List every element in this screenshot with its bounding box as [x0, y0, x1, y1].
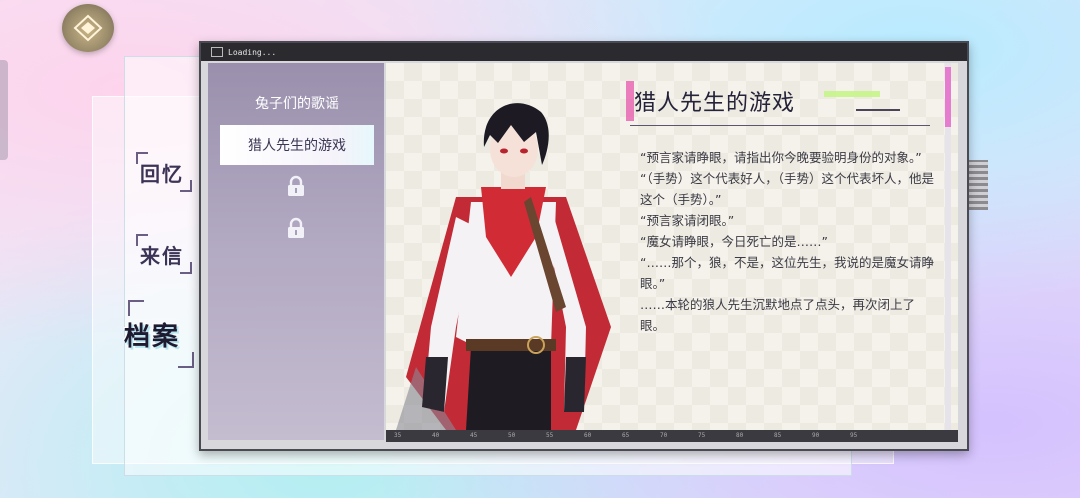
game-emblem-icon[interactable] [62, 4, 114, 52]
timeline-ruler: 35 40 45 50 55 60 65 70 75 80 85 90 95 [386, 430, 958, 442]
bracket-decoration [180, 180, 192, 192]
glitch-decoration [626, 81, 634, 121]
archive-window: Loading... 兔子们的歌谣 猎人先生的游戏 猎人先生的游戏 “预言家请睁… [199, 41, 969, 451]
ruler-tick: 85 [774, 432, 782, 439]
story-line: “预言家请闭眼。” [640, 213, 735, 228]
bracket-decoration [136, 152, 148, 164]
window-title: Loading... [228, 47, 277, 57]
ruler-tick: 95 [850, 432, 858, 439]
ruler-tick: 55 [546, 432, 554, 439]
story-text: “预言家请睁眼，请指出你今晚要验明身份的对象。” “（手势）这个代表好人，（手势… [640, 147, 936, 336]
ruler-tick: 80 [736, 432, 744, 439]
character-portrait [396, 103, 611, 430]
story-item-label: 猎人先生的游戏 [248, 138, 346, 154]
nav-archive[interactable]: 档案 [124, 316, 180, 353]
story-line: “（手势）这个代表好人，（手势）这个代表坏人，他是这个（手势）。” [640, 171, 934, 207]
ruler-tick: 90 [812, 432, 820, 439]
story-line: “……那个，狼，不是，这位先生，我说的是魔女请睁眼。” [640, 255, 934, 291]
ruler-tick: 60 [584, 432, 592, 439]
story-line: ……本轮的狼人先生沉默地点了点头，再次闭上了眼。 [640, 297, 916, 333]
story-line: “魔女请睁眼，今日死亡的是……” [640, 234, 828, 249]
bracket-decoration [180, 262, 192, 274]
glitch-decoration [856, 109, 900, 111]
story-line: “预言家请睁眼，请指出你今晚要验明身份的对象。” [640, 150, 922, 165]
story-scrollbar[interactable] [945, 63, 951, 430]
story-content: 猎人先生的游戏 “预言家请睁眼，请指出你今晚要验明身份的对象。” “（手势）这个… [386, 63, 958, 430]
window-titlebar: Loading... [201, 43, 967, 61]
story-list: 兔子们的歌谣 猎人先生的游戏 [208, 63, 384, 440]
locked-story-item[interactable] [208, 217, 384, 239]
bracket-decoration [136, 234, 148, 246]
title-divider [630, 125, 930, 126]
ruler-tick: 35 [394, 432, 402, 439]
story-item-hunter-game[interactable]: 猎人先生的游戏 [220, 125, 374, 165]
lock-icon [288, 217, 304, 238]
bracket-decoration [178, 352, 194, 368]
story-title: 猎人先生的游戏 [634, 91, 796, 116]
ruler-tick: 40 [432, 432, 440, 439]
glitch-decoration [966, 160, 988, 210]
glitch-decoration [824, 91, 880, 97]
ruler-tick: 45 [470, 432, 478, 439]
ruler-tick: 75 [698, 432, 706, 439]
bracket-decoration [128, 300, 144, 316]
ruler-tick: 50 [508, 432, 516, 439]
window-icon [211, 47, 223, 57]
locked-story-item[interactable] [208, 175, 384, 197]
story-item-label: 兔子们的歌谣 [255, 96, 339, 112]
story-item-rabbit-song[interactable]: 兔子们的歌谣 [220, 83, 374, 123]
ruler-tick: 65 [622, 432, 630, 439]
scrollbar-thumb[interactable] [945, 67, 951, 127]
ruler-tick: 70 [660, 432, 668, 439]
left-edge-tab [0, 60, 8, 160]
lock-icon [288, 175, 304, 196]
